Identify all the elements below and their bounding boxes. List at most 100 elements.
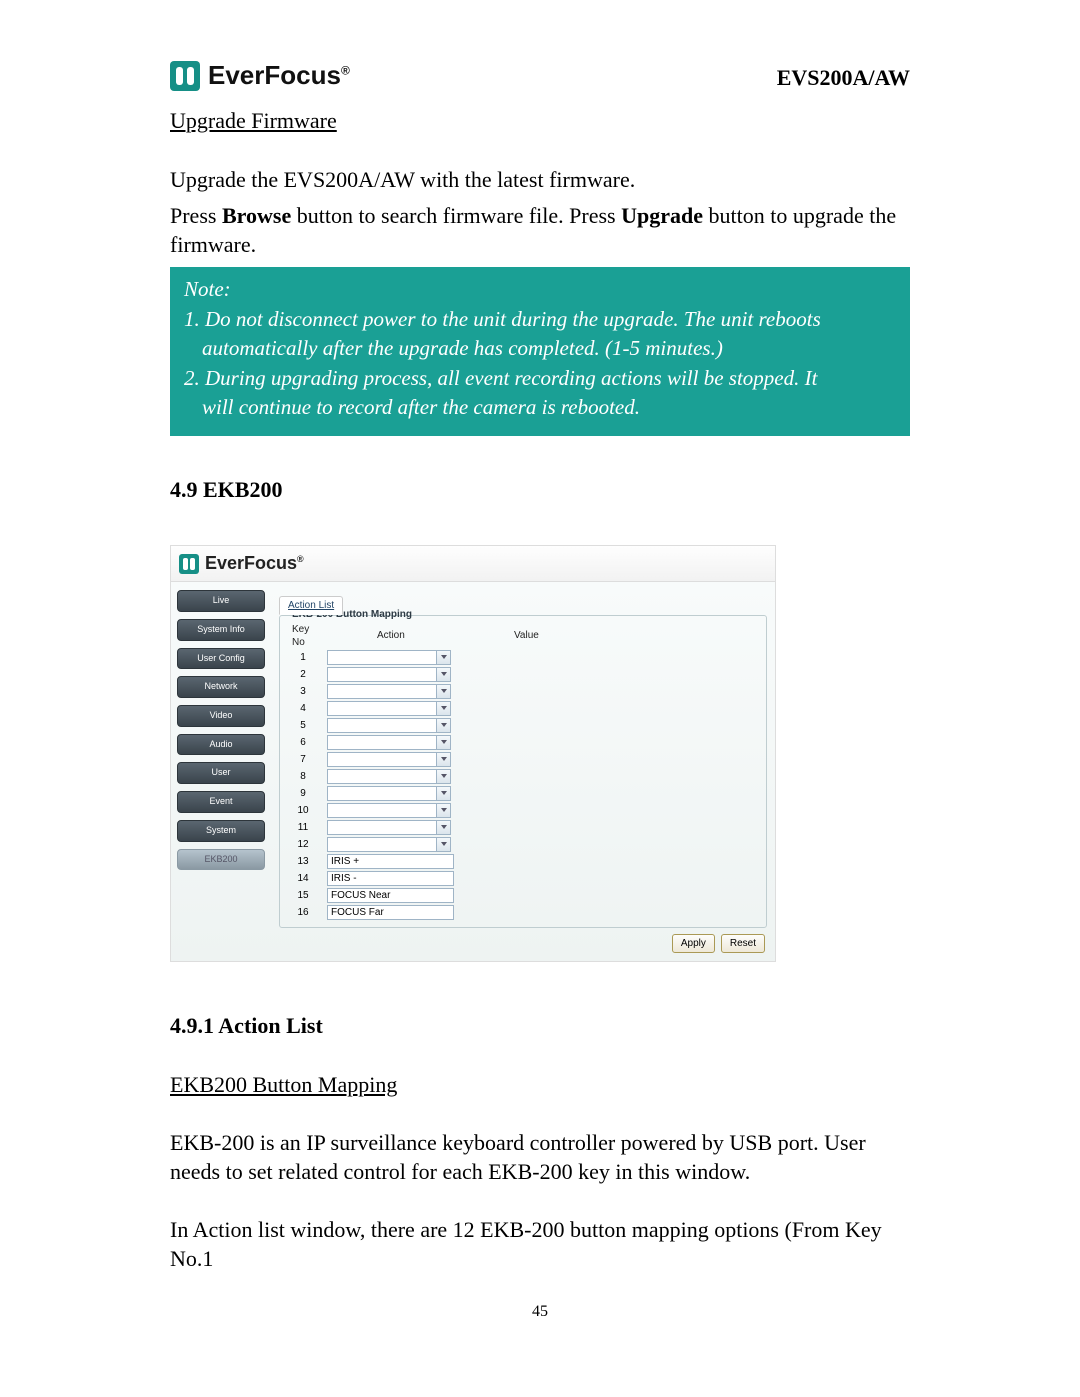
chevron-down-icon: [436, 821, 450, 834]
key-no: 6: [288, 734, 327, 751]
sidebar-item-system-info[interactable]: System Info: [177, 619, 265, 641]
key-no: 7: [288, 751, 327, 768]
key-no: 16: [288, 904, 327, 921]
col-value: Value: [454, 623, 543, 649]
mapping-table: Key No Action Value 12345678910111213IRI…: [288, 623, 543, 921]
key-no: 8: [288, 768, 327, 785]
key-no: 15: [288, 887, 327, 904]
key-no: 11: [288, 819, 327, 836]
section-4-9-1: 4.9.1 Action List: [170, 1012, 910, 1041]
chevron-down-icon: [436, 736, 450, 749]
table-row: 3: [288, 683, 543, 700]
sidebar-item-video[interactable]: Video: [177, 705, 265, 727]
sidebar: Live System Info User Config Network Video Au…: [171, 582, 271, 961]
page-header: EverFocus® EVS200A/AW: [170, 60, 910, 91]
tab-action-list[interactable]: Action List: [279, 596, 343, 615]
app-brand: EverFocus®: [205, 552, 304, 575]
table-row: 14IRIS -: [288, 870, 543, 887]
chevron-down-icon: [436, 702, 450, 715]
sidebar-item-user[interactable]: User: [177, 762, 265, 784]
document-body: Upgrade Firmware Upgrade the EVS200A/AW …: [170, 107, 910, 1273]
ekb200-mapping-fieldset: EKB-200 Button Mapping Key No Action Val…: [279, 615, 767, 928]
key-no: 12: [288, 836, 327, 853]
action-readonly: FOCUS Near: [327, 888, 454, 903]
table-row: 4: [288, 700, 543, 717]
logo-icon: [170, 61, 200, 91]
table-row: 9: [288, 785, 543, 802]
action-select[interactable]: [327, 752, 451, 767]
key-no: 10: [288, 802, 327, 819]
chevron-down-icon: [436, 685, 450, 698]
chevron-down-icon: [436, 838, 450, 851]
action-select[interactable]: [327, 837, 451, 852]
action-select[interactable]: [327, 735, 451, 750]
chevron-down-icon: [436, 787, 450, 800]
ekb-desc: EKB-200 is an IP surveillance keyboard c…: [170, 1129, 910, 1186]
note-label: Note:: [184, 275, 896, 304]
logo-icon: [179, 554, 199, 574]
table-row: 6: [288, 734, 543, 751]
ekb-actionlist-desc: In Action list window, there are 12 EKB-…: [170, 1216, 910, 1273]
key-no: 2: [288, 666, 327, 683]
table-row: 7: [288, 751, 543, 768]
app-header: EverFocus®: [171, 546, 775, 582]
ekb-button-mapping-heading: EKB200 Button Mapping: [170, 1071, 910, 1100]
chevron-down-icon: [436, 770, 450, 783]
main-panel: Action List EKB-200 Button Mapping Key N…: [271, 582, 775, 961]
key-no: 1: [288, 649, 327, 666]
action-select[interactable]: [327, 684, 451, 699]
action-select[interactable]: [327, 803, 451, 818]
col-keyno: Key No: [288, 623, 327, 649]
note-1-line1: 1. Do not disconnect power to the unit d…: [184, 305, 896, 334]
table-row: 1: [288, 649, 543, 666]
chevron-down-icon: [436, 719, 450, 732]
sidebar-item-user-config[interactable]: User Config: [177, 648, 265, 670]
action-readonly: IRIS -: [327, 871, 454, 886]
action-select[interactable]: [327, 820, 451, 835]
sidebar-item-ekb200[interactable]: EKB200: [177, 849, 265, 871]
key-no: 14: [288, 870, 327, 887]
table-row: 16FOCUS Far: [288, 904, 543, 921]
note-box: Note: 1. Do not disconnect power to the …: [170, 267, 910, 436]
note-2-line1: 2. During upgrading process, all event r…: [184, 364, 896, 393]
action-readonly: IRIS +: [327, 854, 454, 869]
action-select[interactable]: [327, 718, 451, 733]
action-select[interactable]: [327, 786, 451, 801]
firmware-heading: Upgrade Firmware: [170, 107, 910, 136]
action-select[interactable]: [327, 667, 451, 682]
action-select[interactable]: [327, 701, 451, 716]
key-no: 13: [288, 853, 327, 870]
press-instructions: Press Browse button to search firmware f…: [170, 202, 910, 259]
action-readonly: FOCUS Far: [327, 905, 454, 920]
table-row: 5: [288, 717, 543, 734]
key-no: 3: [288, 683, 327, 700]
key-no: 4: [288, 700, 327, 717]
col-action: Action: [327, 623, 454, 649]
table-row: 8: [288, 768, 543, 785]
table-row: 2: [288, 666, 543, 683]
sidebar-item-system[interactable]: System: [177, 820, 265, 842]
sidebar-item-event[interactable]: Event: [177, 791, 265, 813]
table-row: 12: [288, 836, 543, 853]
note-1-line2: automatically after the upgrade has comp…: [184, 334, 896, 363]
table-row: 10: [288, 802, 543, 819]
key-no: 5: [288, 717, 327, 734]
chevron-down-icon: [436, 804, 450, 817]
chevron-down-icon: [436, 651, 450, 664]
firmware-intro: Upgrade the EVS200A/AW with the latest f…: [170, 166, 910, 195]
reset-button[interactable]: Reset: [721, 934, 765, 953]
chevron-down-icon: [436, 668, 450, 681]
page-number: 45: [170, 1303, 910, 1321]
sidebar-item-network[interactable]: Network: [177, 676, 265, 698]
model-id: EVS200A/AW: [777, 65, 910, 91]
sidebar-item-live[interactable]: Live: [177, 590, 265, 612]
sidebar-item-audio[interactable]: Audio: [177, 734, 265, 756]
action-select[interactable]: [327, 769, 451, 784]
app-screenshot: EverFocus® Live System Info User Config Net…: [170, 545, 776, 962]
action-select[interactable]: [327, 650, 451, 665]
table-row: 11: [288, 819, 543, 836]
brand-name: EverFocus®: [208, 60, 350, 91]
table-row: 15FOCUS Near: [288, 887, 543, 904]
apply-button[interactable]: Apply: [672, 934, 715, 953]
table-row: 13IRIS +: [288, 853, 543, 870]
